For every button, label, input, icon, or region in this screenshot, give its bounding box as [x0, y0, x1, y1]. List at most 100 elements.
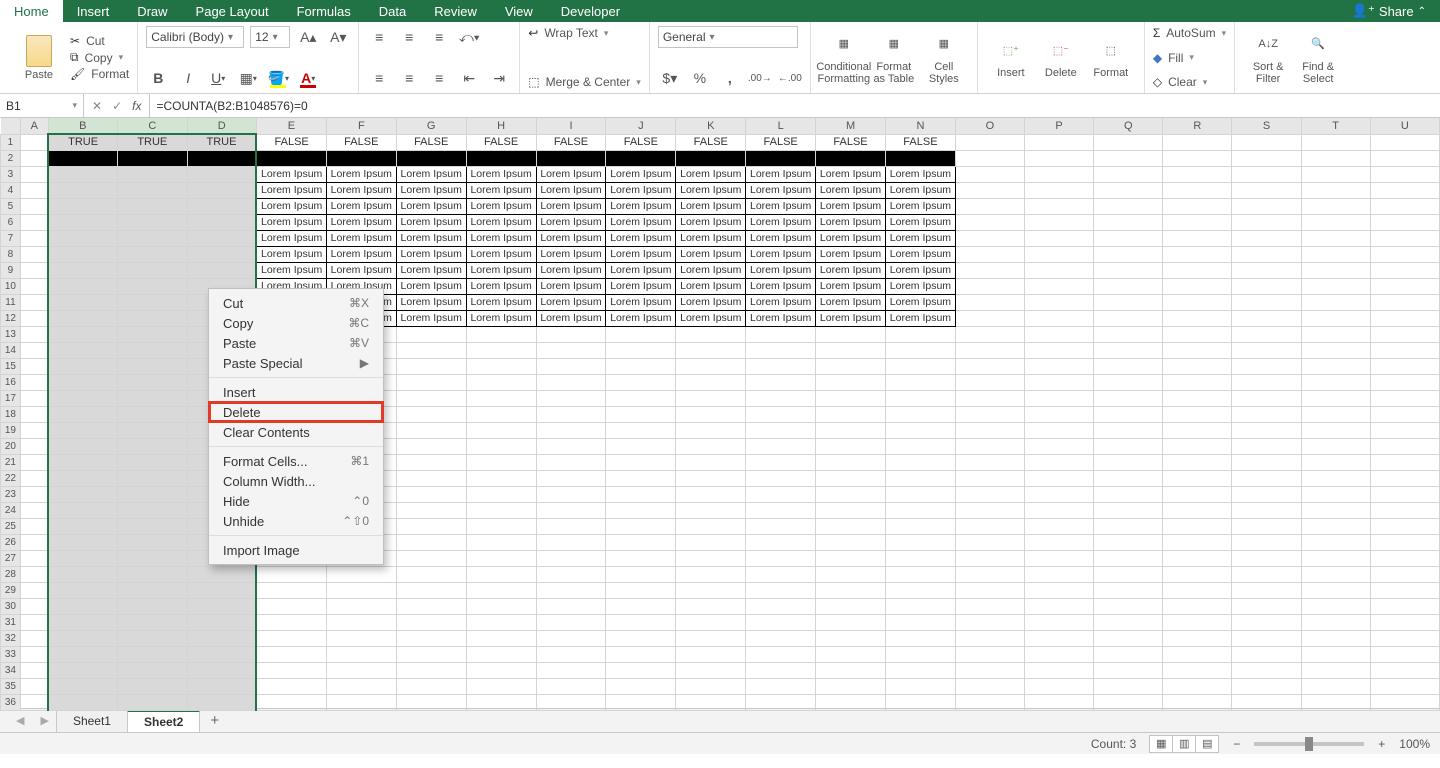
cell-C1[interactable]: TRUE — [118, 134, 187, 150]
cell-J35[interactable] — [606, 678, 676, 694]
cell-B30[interactable] — [48, 598, 117, 614]
cell-I20[interactable] — [536, 438, 606, 454]
cell-A31[interactable] — [20, 614, 48, 630]
cell-S22[interactable] — [1232, 470, 1301, 486]
cell-F36[interactable] — [326, 694, 396, 710]
cell-I6[interactable]: Lorem Ipsum — [536, 214, 606, 230]
fx-icon[interactable]: fx — [132, 99, 141, 113]
cell-G27[interactable] — [396, 550, 466, 566]
cell-M12[interactable]: Lorem Ipsum — [816, 310, 886, 326]
col-header-S[interactable]: S — [1232, 118, 1301, 134]
align-top-icon[interactable]: ≡ — [367, 26, 391, 48]
conditional-formatting-button[interactable]: ▦Conditional Formatting — [819, 26, 869, 88]
cell-R14[interactable] — [1163, 342, 1232, 358]
cell-G31[interactable] — [396, 614, 466, 630]
cell-R21[interactable] — [1163, 454, 1232, 470]
cell-S18[interactable] — [1232, 406, 1301, 422]
cell-R29[interactable] — [1163, 582, 1232, 598]
cell-Q35[interactable] — [1094, 678, 1163, 694]
cell-G26[interactable] — [396, 534, 466, 550]
cell-E36[interactable] — [256, 694, 326, 710]
cell-M14[interactable] — [816, 342, 886, 358]
cell-J20[interactable] — [606, 438, 676, 454]
cell-O28[interactable] — [955, 566, 1024, 582]
row-header-13[interactable]: 13 — [1, 326, 21, 342]
cell-H7[interactable]: Lorem Ipsum — [466, 230, 536, 246]
cell-U15[interactable] — [1370, 358, 1439, 374]
cell-O12[interactable] — [955, 310, 1024, 326]
cell-A36[interactable] — [20, 694, 48, 710]
cell-B18[interactable] — [48, 406, 117, 422]
cell-K35[interactable] — [676, 678, 746, 694]
cell-C3[interactable] — [118, 166, 187, 182]
row-header-32[interactable]: 32 — [1, 630, 21, 646]
cell-P6[interactable] — [1025, 214, 1094, 230]
cell-C27[interactable] — [118, 550, 187, 566]
cell-E32[interactable] — [256, 630, 326, 646]
cell-F29[interactable] — [326, 582, 396, 598]
cell-P11[interactable] — [1025, 294, 1094, 310]
cell-L31[interactable] — [746, 614, 816, 630]
cell-N16[interactable] — [885, 374, 955, 390]
fill-button[interactable]: ◆ Fill▾ — [1153, 51, 1226, 65]
cell-U32[interactable] — [1370, 630, 1439, 646]
cell-T6[interactable] — [1301, 214, 1370, 230]
cell-O32[interactable] — [955, 630, 1024, 646]
cell-U28[interactable] — [1370, 566, 1439, 582]
cell-F34[interactable] — [326, 662, 396, 678]
cell-K1[interactable]: FALSE — [676, 134, 746, 150]
cell-M3[interactable]: Lorem Ipsum — [816, 166, 886, 182]
cell-P14[interactable] — [1025, 342, 1094, 358]
cell-I15[interactable] — [536, 358, 606, 374]
cell-H11[interactable]: Lorem Ipsum — [466, 294, 536, 310]
cell-M32[interactable] — [816, 630, 886, 646]
cell-I3[interactable]: Lorem Ipsum — [536, 166, 606, 182]
cell-L7[interactable]: Lorem Ipsum — [746, 230, 816, 246]
context-menu-column-width-[interactable]: Column Width... — [209, 471, 383, 491]
cell-N10[interactable]: Lorem Ipsum — [885, 278, 955, 294]
cell-B8[interactable] — [48, 246, 117, 262]
cell-S36[interactable] — [1232, 694, 1301, 710]
cell-M26[interactable] — [816, 534, 886, 550]
cell-O9[interactable] — [955, 262, 1024, 278]
cell-I21[interactable] — [536, 454, 606, 470]
col-header-E[interactable]: E — [256, 118, 326, 134]
cell-K20[interactable] — [676, 438, 746, 454]
cell-I12[interactable]: Lorem Ipsum — [536, 310, 606, 326]
ribbon-tab-home[interactable]: Home — [0, 0, 63, 22]
cell-L10[interactable]: Lorem Ipsum — [746, 278, 816, 294]
cell-M20[interactable] — [816, 438, 886, 454]
cell-U24[interactable] — [1370, 502, 1439, 518]
ribbon-tab-developer[interactable]: Developer — [547, 0, 634, 22]
sheet-tab-sheet1[interactable]: Sheet1 — [56, 710, 128, 732]
cell-J18[interactable] — [606, 406, 676, 422]
cell-L15[interactable] — [746, 358, 816, 374]
cell-P30[interactable] — [1025, 598, 1094, 614]
cell-R16[interactable] — [1163, 374, 1232, 390]
cell-A21[interactable] — [20, 454, 48, 470]
cell-S19[interactable] — [1232, 422, 1301, 438]
cell-L9[interactable]: Lorem Ipsum — [746, 262, 816, 278]
cell-U34[interactable] — [1370, 662, 1439, 678]
cell-S28[interactable] — [1232, 566, 1301, 582]
cell-M6[interactable]: Lorem Ipsum — [816, 214, 886, 230]
cell-O21[interactable] — [955, 454, 1024, 470]
row-header-5[interactable]: 5 — [1, 198, 21, 214]
cell-B28[interactable] — [48, 566, 117, 582]
cell-L33[interactable] — [746, 646, 816, 662]
cell-D33[interactable] — [187, 646, 256, 662]
cell-D28[interactable] — [187, 566, 256, 582]
cell-J14[interactable] — [606, 342, 676, 358]
cell-N29[interactable] — [885, 582, 955, 598]
border-button[interactable]: ▦▾ — [236, 67, 260, 89]
cell-I34[interactable] — [536, 662, 606, 678]
cell-S30[interactable] — [1232, 598, 1301, 614]
cell-I22[interactable] — [536, 470, 606, 486]
decrease-decimal-icon[interactable]: ←.00 — [778, 67, 802, 89]
cell-G30[interactable] — [396, 598, 466, 614]
cell-I7[interactable]: Lorem Ipsum — [536, 230, 606, 246]
cell-M23[interactable] — [816, 486, 886, 502]
cell-T24[interactable] — [1301, 502, 1370, 518]
zoom-slider[interactable] — [1254, 742, 1364, 746]
cell-A26[interactable] — [20, 534, 48, 550]
